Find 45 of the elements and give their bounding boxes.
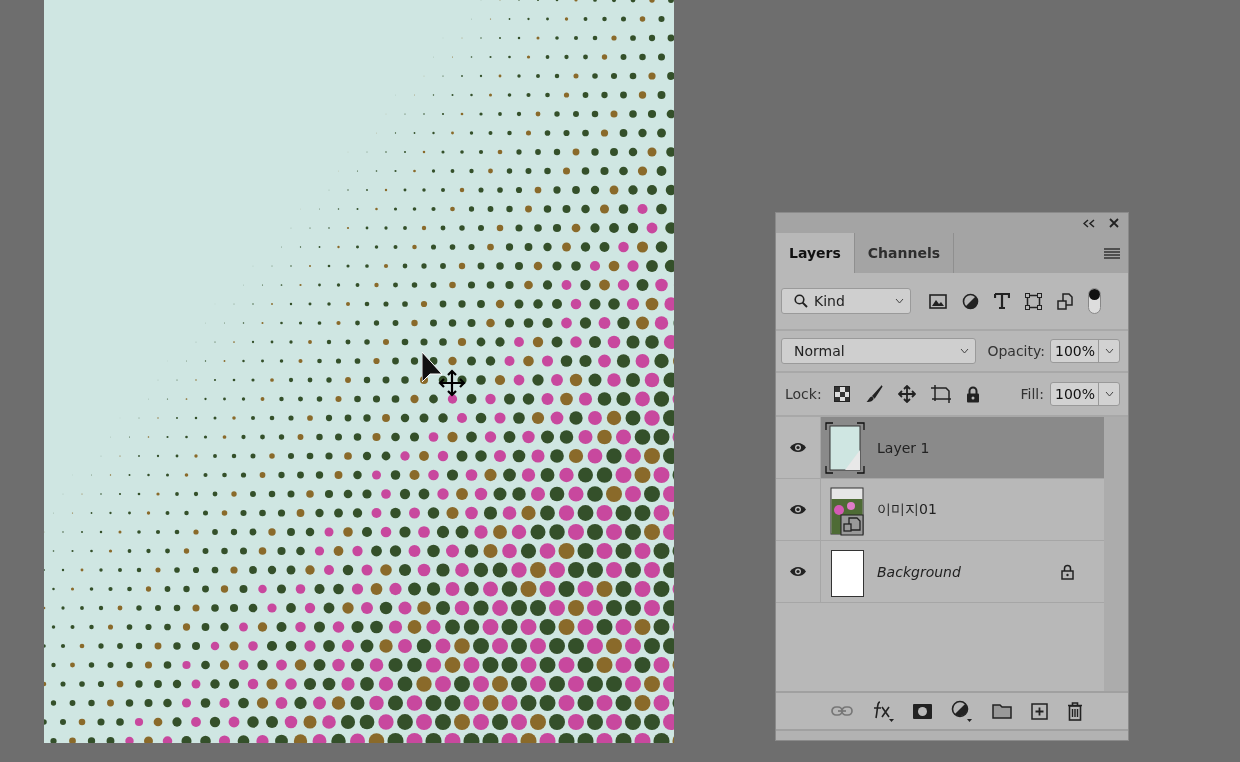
filter-toggle[interactable] — [1088, 288, 1101, 314]
folder-icon[interactable] — [992, 703, 1012, 719]
layer-name: 이미지01 — [877, 500, 937, 519]
chevron-down-icon — [960, 348, 970, 354]
search-icon — [794, 294, 808, 308]
scrollbar-track[interactable] — [1104, 417, 1128, 691]
smart-object-filter-icon[interactable] — [1057, 292, 1073, 310]
fill-label: Fill: — [1020, 386, 1044, 402]
adjustment-layer-icon[interactable] — [951, 700, 973, 722]
eye-icon[interactable] — [789, 504, 807, 515]
eye-icon[interactable] — [789, 566, 807, 577]
close-icon[interactable] — [1109, 218, 1119, 228]
blend-mode-dropdown[interactable]: Normal — [781, 338, 977, 364]
lock-icon[interactable] — [965, 385, 980, 403]
chevron-down-icon — [1104, 391, 1114, 397]
move-icon[interactable] — [897, 385, 916, 403]
opacity-label: Opacity: — [987, 343, 1045, 359]
artboard-lock-icon[interactable] — [930, 385, 951, 403]
opacity-field[interactable]: 100% — [1049, 339, 1120, 363]
effects-icon[interactable] — [872, 700, 894, 722]
trash-icon[interactable] — [1067, 701, 1083, 721]
collapse-icon[interactable] — [1083, 218, 1095, 228]
chevron-down-icon — [895, 298, 904, 304]
chevron-down-icon — [1104, 348, 1114, 354]
brush-icon[interactable] — [864, 385, 883, 403]
layer-name: Layer 1 — [877, 439, 930, 456]
mask-icon[interactable] — [913, 703, 932, 719]
panel-tab[interactable]: Layers — [776, 233, 855, 273]
resize-grip[interactable] — [776, 729, 1128, 740]
checkerboard-lock-icon[interactable] — [833, 386, 850, 402]
menu-icon[interactable] — [1104, 247, 1120, 259]
layer-row[interactable]: Layer 1 — [821, 417, 1104, 478]
new-layer-icon[interactable] — [1031, 702, 1048, 720]
filter-kind-dropdown[interactable]: Kind — [781, 288, 911, 314]
type-filter-icon[interactable] — [994, 293, 1010, 309]
image-filter-icon[interactable] — [929, 293, 947, 309]
fill-field[interactable]: 100% — [1049, 382, 1120, 406]
half-circle-filter-icon[interactable] — [962, 292, 979, 310]
layer-name: Background — [877, 563, 961, 580]
layer-thumbnail — [825, 421, 865, 474]
lock-label: Lock: — [785, 386, 822, 402]
eye-icon[interactable] — [789, 442, 807, 453]
layer-row[interactable]: Background — [821, 541, 1104, 602]
layer-row[interactable]: 이미지01 — [821, 479, 1104, 540]
shape-filter-icon[interactable] — [1025, 292, 1042, 310]
